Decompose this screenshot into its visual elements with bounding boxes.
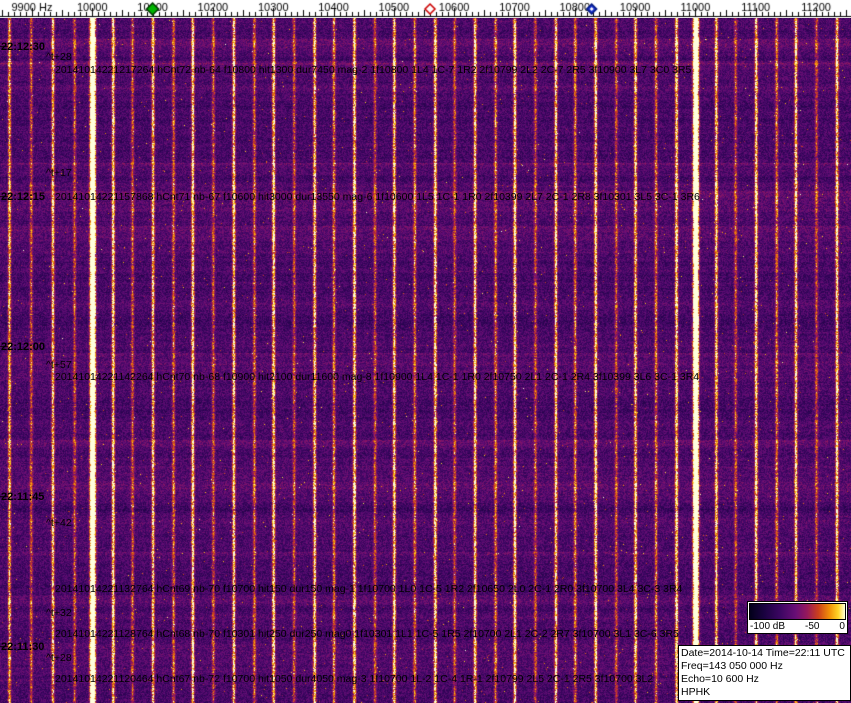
detection-text: 20141014221128764 hCnt68 nb-70 f10301 hi… xyxy=(55,628,679,640)
echo-offset-label: ^t+28 xyxy=(46,652,72,664)
echo-frequency-text: Echo=10 600 Hz xyxy=(681,673,759,685)
date-time-text: Date=2014-10-14 Time=22:11 UTC xyxy=(681,647,845,659)
detection-text: 20141014221217264 hCnt72 nb-64 f10800 hi… xyxy=(55,64,692,76)
meteor-spectrogram-display: 22:12:30 22:12:15 22:12:00 22:11:45 22:1… xyxy=(0,0,851,703)
time-label: 22:12:00 xyxy=(1,341,46,353)
detection-text: 20141014221157868 hCnt71 nb-67 f10600 hi… xyxy=(55,191,700,203)
spectrogram-area: 22:12:30 22:12:15 22:12:00 22:11:45 22:1… xyxy=(0,18,851,703)
detection-text: 20141014221142264 hCnt70 nb-68 f10900 hi… xyxy=(55,371,700,383)
spectrogram-canvas xyxy=(0,18,851,703)
echo-offset-label: ^t+57 xyxy=(46,359,72,371)
info-panel: Date=2014-10-14 Time=22:11 UTC Freq=143 … xyxy=(678,645,851,701)
time-label: 22:11:30 xyxy=(1,641,45,653)
time-label: 22:11:45 xyxy=(1,491,45,503)
detection-text: 20141014221120464 hCnt67 nb-72 f10700 hi… xyxy=(55,673,654,685)
db-scale-legend: -100 dB -50 0 xyxy=(747,601,848,634)
db-mid-label: -50 xyxy=(805,621,820,632)
time-label: 22:12:30 xyxy=(1,41,46,53)
db-gradient-bar xyxy=(749,603,846,620)
db-min-label: -100 dB xyxy=(750,621,786,632)
station-code-text: HPHK xyxy=(681,686,711,698)
echo-offset-label: ^t+32 xyxy=(46,607,72,619)
frequency-ruler xyxy=(0,0,851,18)
db-scale-labels: -100 dB -50 0 xyxy=(749,620,846,632)
echo-offset-label: ^t+17 xyxy=(46,167,72,179)
detection-text: 20141014221132764 hCnt69 nb-70 f10700 hi… xyxy=(55,583,683,595)
db-max-label: 0 xyxy=(839,621,845,632)
echo-offset-label: ^t+42 xyxy=(46,517,72,529)
echo-offset-label: ^t+28 xyxy=(46,51,72,63)
frequency-text: Freq=143 050 000 Hz xyxy=(681,660,783,672)
time-label: 22:12:15 xyxy=(1,191,46,203)
